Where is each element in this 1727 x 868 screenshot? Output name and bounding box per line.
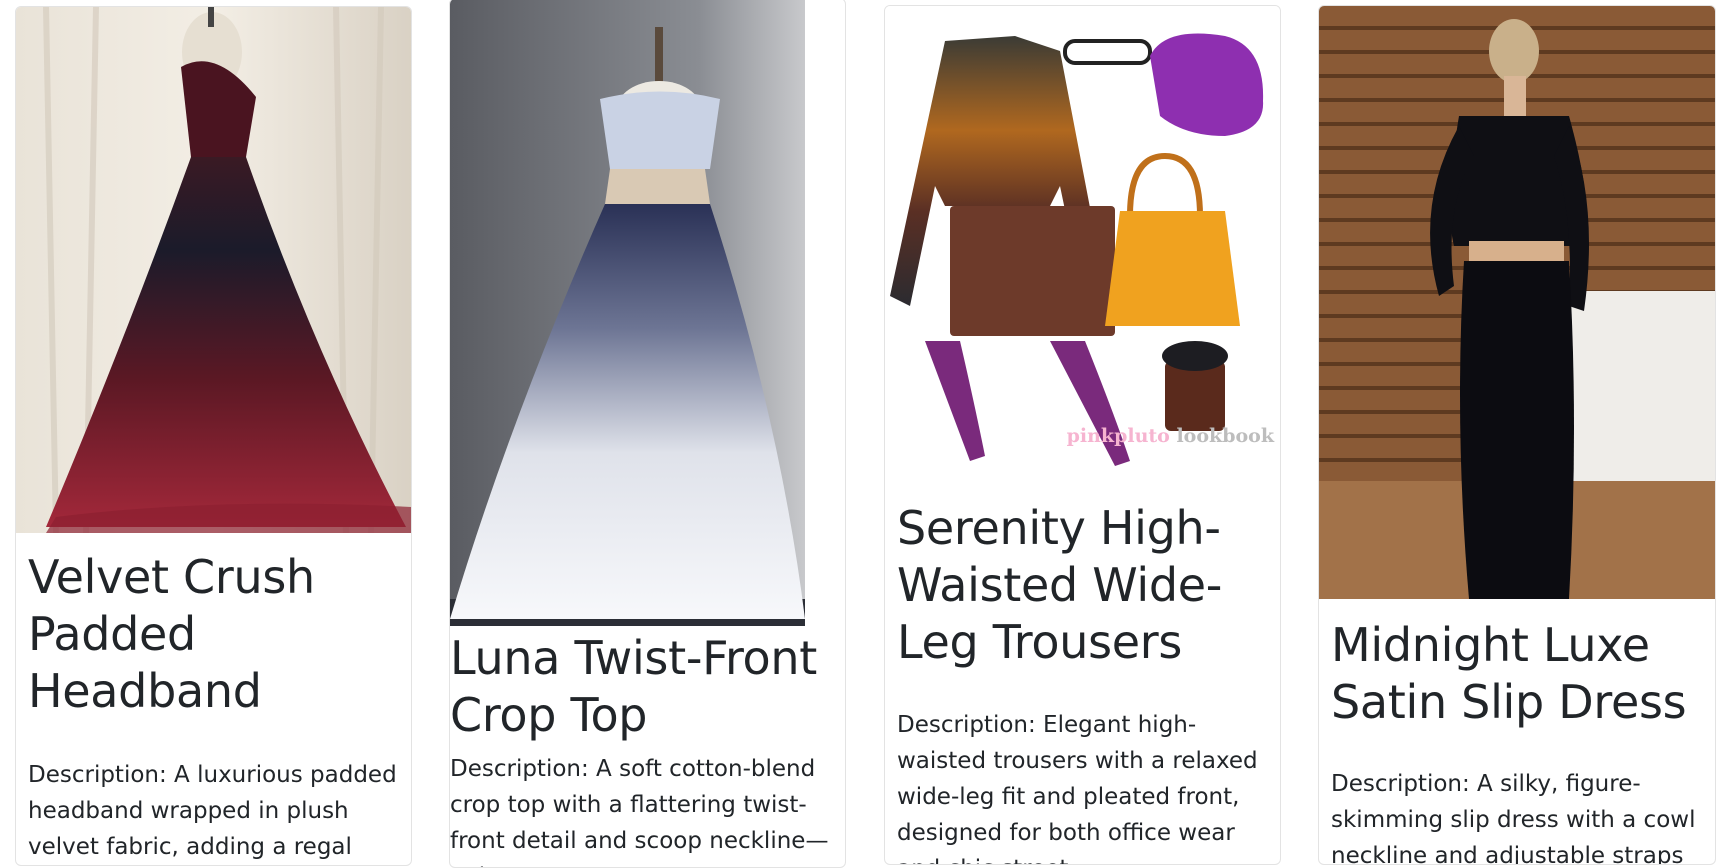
product-image[interactable]	[450, 0, 805, 626]
product-image[interactable]: pinkpluto lookbook	[885, 6, 1280, 491]
product-card[interactable]: Luna Twist-Front Crop Top Description: A…	[449, 0, 846, 868]
product-image[interactable]	[1319, 6, 1715, 599]
product-description: Description: A silky, figure-skimming sl…	[1331, 771, 1696, 865]
product-title[interactable]: Luna Twist-Front Crop Top	[450, 630, 845, 744]
product-description: Description: A soft cotton-blend crop to…	[450, 756, 829, 867]
product-card[interactable]: pinkpluto lookbook Serenity High-Waisted…	[884, 5, 1281, 865]
product-card[interactable]: Velvet Crush Padded Headband Description…	[15, 6, 412, 866]
product-title[interactable]: Midnight Luxe Satin Slip Dress	[1331, 617, 1703, 731]
product-description: Description: Elegant high-waisted trouse…	[897, 712, 1258, 864]
product-card[interactable]: Midnight Luxe Satin Slip Dress Descripti…	[1318, 5, 1716, 865]
product-title[interactable]: Serenity High-Waisted Wide-Leg Trousers	[897, 500, 1269, 671]
product-title[interactable]: Velvet Crush Padded Headband	[28, 549, 400, 720]
product-image[interactable]	[16, 7, 411, 533]
product-description: Description: A luxurious padded headband…	[28, 762, 397, 860]
lookbook-watermark: pinkpluto lookbook	[1066, 425, 1274, 447]
